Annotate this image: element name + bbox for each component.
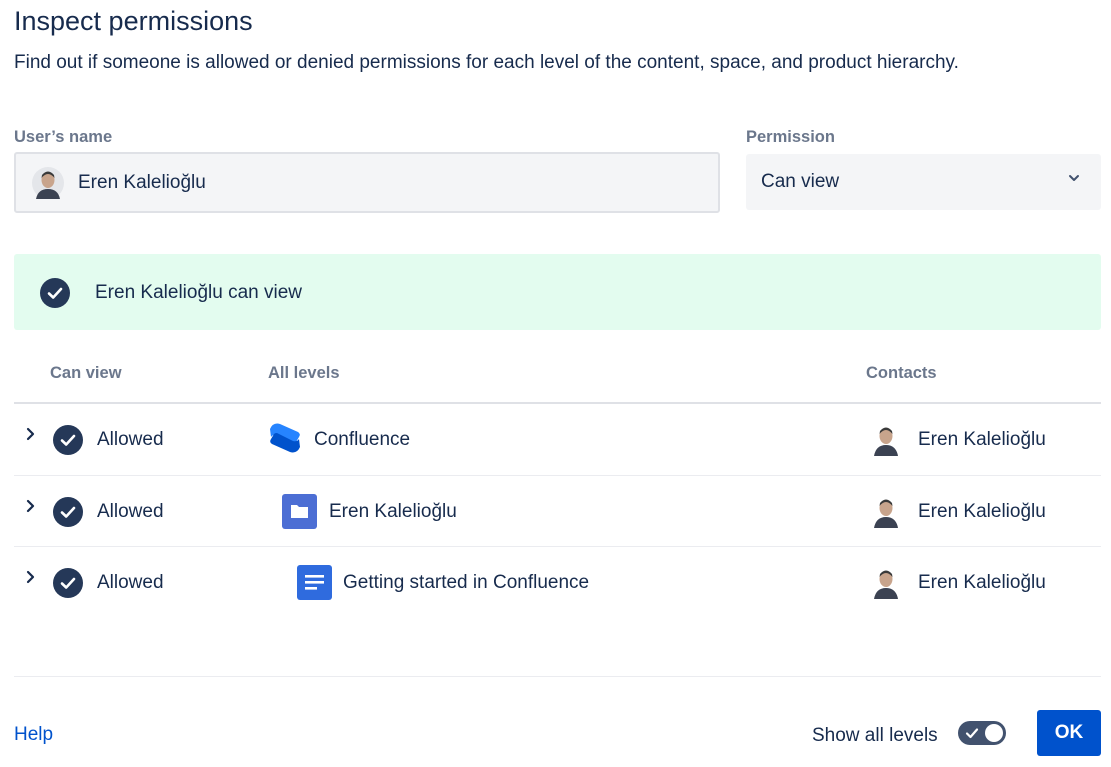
column-header-status: Can view xyxy=(50,364,122,382)
contact-name: Eren Kalelioğlu xyxy=(918,572,1046,593)
level-name[interactable]: Confluence xyxy=(314,429,410,451)
table-row: Allowed Eren Kalelioğlu Eren Kalelioğlu xyxy=(0,476,1111,547)
table-row: Allowed Confluence Eren Kalelioğlu xyxy=(0,404,1111,475)
result-banner: Eren Kalelioğlu can view xyxy=(14,254,1101,330)
check-icon xyxy=(965,726,979,745)
contact-name: Eren Kalelioğlu xyxy=(918,501,1046,522)
avatar xyxy=(871,567,901,604)
permission-select[interactable]: Can view xyxy=(746,154,1101,210)
dialog-title: Inspect permissions xyxy=(14,6,253,36)
column-header-levels: All levels xyxy=(268,364,340,382)
show-all-levels-toggle[interactable] xyxy=(958,721,1006,745)
dialog-subtitle: Find out if someone is allowed or denied… xyxy=(14,52,959,73)
footer-divider xyxy=(14,676,1101,677)
status-text: Allowed xyxy=(97,572,164,593)
level-name[interactable]: Eren Kalelioğlu xyxy=(329,501,457,523)
check-circle-icon xyxy=(53,497,83,532)
chevron-right-icon[interactable] xyxy=(24,426,38,447)
contact-name: Eren Kalelioğlu xyxy=(918,429,1046,450)
permission-label: Permission xyxy=(746,128,835,146)
chevron-right-icon[interactable] xyxy=(24,498,38,519)
result-message: Eren Kalelioğlu can view xyxy=(95,282,303,303)
check-circle-icon xyxy=(53,568,83,603)
table-row: Allowed Getting started in Confluence Er… xyxy=(0,547,1111,618)
page-document-icon xyxy=(297,565,332,605)
chevron-right-icon[interactable] xyxy=(24,569,38,590)
show-all-levels-label: Show all levels xyxy=(812,725,938,746)
status-text: Allowed xyxy=(97,501,164,522)
user-name-value: Eren Kalelioğlu xyxy=(78,172,206,193)
user-name-field[interactable]: Eren Kalelioğlu xyxy=(14,152,720,213)
permission-value: Can view xyxy=(761,171,840,192)
ok-button[interactable]: OK xyxy=(1037,710,1101,756)
toggle-knob xyxy=(985,724,1003,742)
status-text: Allowed xyxy=(97,429,164,450)
column-header-contacts: Contacts xyxy=(866,364,937,382)
avatar xyxy=(871,496,901,533)
confluence-logo-icon xyxy=(268,420,302,461)
avatar xyxy=(32,167,64,204)
avatar xyxy=(871,424,901,461)
chevron-down-icon xyxy=(1067,171,1081,190)
space-folder-icon xyxy=(282,494,317,534)
help-link[interactable]: Help xyxy=(14,724,53,746)
level-name[interactable]: Getting started in Confluence xyxy=(343,572,589,594)
check-circle-icon xyxy=(53,425,83,460)
check-circle-icon xyxy=(40,278,70,313)
user-name-label: User’s name xyxy=(14,128,113,146)
